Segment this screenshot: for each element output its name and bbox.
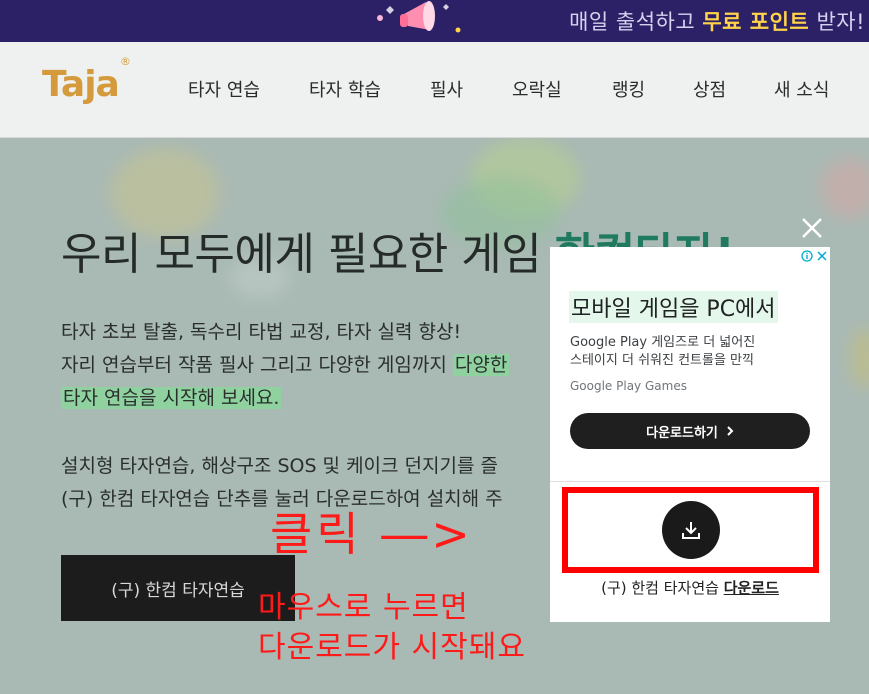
ad-close-icon[interactable] <box>815 249 828 262</box>
ad-body-line2: 스테이지 더 쉬워진 컨트롤을 만끽 <box>570 353 754 368</box>
nav-item-typing-learning[interactable]: 타자 학습 <box>309 76 381 102</box>
hero-desc-line2: 자리 연습부터 작품 필사 그리고 다양한 게임까지 다양한 <box>61 354 510 376</box>
ad-headline[interactable]: 모바일 게임을 PC에서 <box>569 291 778 323</box>
chevron-right-icon <box>727 426 734 436</box>
nav-item-shop[interactable]: 상점 <box>693 76 726 102</box>
nav-item-typing-practice[interactable]: 타자 연습 <box>188 76 260 102</box>
divider <box>550 481 830 482</box>
annotation-hint-line1: 마우스로 누르면 <box>258 590 469 625</box>
ad-source: Google Play Games <box>570 379 687 393</box>
info-icon[interactable] <box>800 249 813 262</box>
annotation-hint-line2: 다운로드가 시작돼요 <box>258 630 526 665</box>
hero-desc-line3: 타자 연습을 시작해 보세요. <box>61 387 282 409</box>
ad-download-button[interactable]: 다운로드하기 <box>570 413 810 449</box>
taja-logo[interactable]: Taja® <box>42 55 131 105</box>
ad-body-line1: Google Play 게임즈로 더 넓어진 <box>570 335 756 350</box>
nav-item-ranking[interactable]: 랭킹 <box>612 76 645 102</box>
close-icon[interactable] <box>798 214 826 242</box>
main-navigation: Taja® 타자 연습 타자 학습 필사 오락실 랭킹 상점 새 소식 <box>0 42 869 138</box>
download-highlight-box[interactable] <box>562 487 819 573</box>
hero-desc-line4: 설치형 타자연습, 해상구조 SOS 및 케이크 던지기를 즐 <box>61 455 498 477</box>
annotation-click: 클릭 ―> <box>270 507 474 561</box>
ad-download-label: 다운로드하기 <box>646 425 718 441</box>
hero-desc-line1: 타자 초보 탈출, 독수리 타법 교정, 타자 실력 향상! <box>61 321 462 343</box>
download-icon <box>681 522 700 539</box>
nav-item-transcription[interactable]: 필사 <box>430 76 463 102</box>
ad-card: 모바일 게임을 PC에서 Google Play 게임즈로 더 넓어진 스테이지… <box>550 247 830 622</box>
nav-item-arcade[interactable]: 오락실 <box>512 76 562 102</box>
download-caption: (구) 한컴 타자연습 다운로드 <box>601 579 779 597</box>
ad-choices[interactable] <box>800 249 828 262</box>
promo-text: 매일 출석하고 무료 포인트 받자! <box>569 10 865 34</box>
nav-item-news[interactable]: 새 소식 <box>774 76 829 102</box>
decor-blob <box>820 158 869 218</box>
download-button[interactable] <box>661 501 720 559</box>
decor-blob <box>850 328 869 388</box>
download-link[interactable]: 다운로드 <box>724 579 779 597</box>
megaphone-icon <box>377 1 461 33</box>
promo-banner[interactable]: 매일 출석하고 무료 포인트 받자! <box>0 0 869 42</box>
